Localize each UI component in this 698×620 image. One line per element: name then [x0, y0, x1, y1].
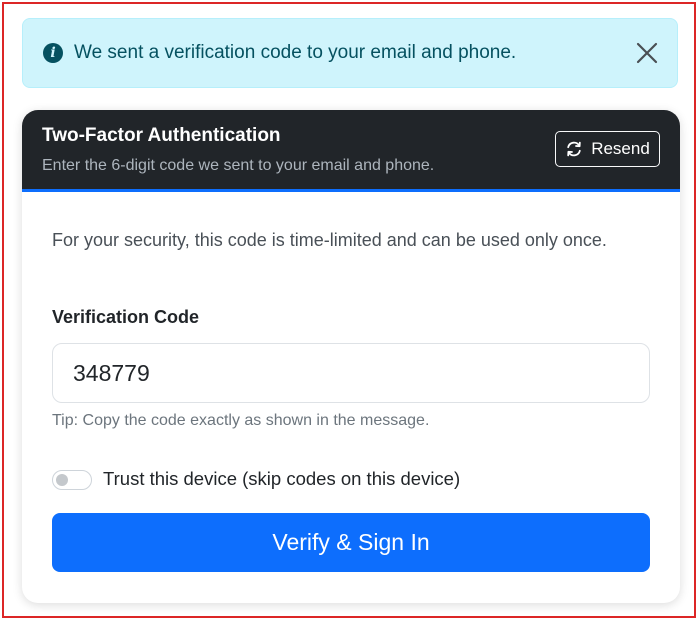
info-alert: i We sent a verification code to your em…: [22, 18, 678, 88]
two-factor-card: Two-Factor Authentication Enter the 6-di…: [22, 110, 680, 603]
resend-button[interactable]: Resend: [555, 131, 660, 167]
code-tip: Tip: Copy the code exactly as shown in t…: [52, 412, 430, 429]
trust-device-label[interactable]: Trust this device (skip codes on this de…: [103, 468, 460, 490]
resend-label: Resend: [591, 139, 650, 158]
close-alert-button[interactable]: [633, 39, 661, 67]
card-header: Two-Factor Authentication Enter the 6-di…: [22, 110, 680, 192]
trust-device-toggle[interactable]: [52, 470, 92, 490]
alert-message: We sent a verification code to your emai…: [74, 42, 517, 63]
verify-sign-in-button[interactable]: Verify & Sign In: [52, 513, 650, 572]
verification-code-input[interactable]: [52, 343, 650, 403]
refresh-icon: [567, 141, 581, 157]
toggle-knob: [56, 474, 68, 486]
security-notice: For your security, this code is time-lim…: [52, 230, 607, 250]
verification-code-label: Verification Code: [52, 307, 200, 327]
info-icon: i: [43, 43, 63, 63]
close-icon: [636, 42, 658, 64]
card-title: Two-Factor Authentication: [42, 125, 281, 146]
card-subtitle: Enter the 6-digit code we sent to your e…: [42, 157, 435, 174]
